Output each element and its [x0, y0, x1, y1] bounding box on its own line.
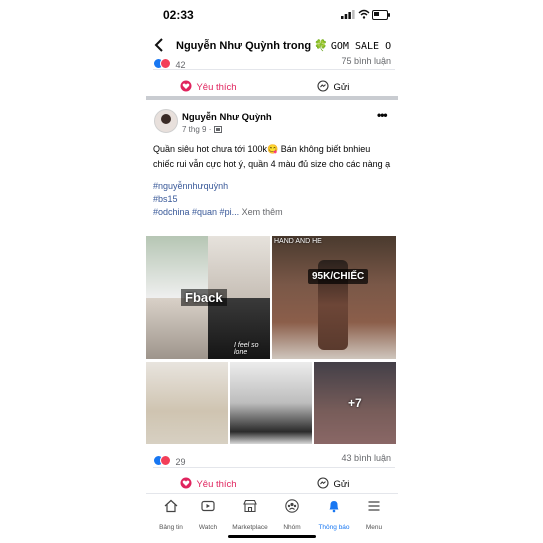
- photo-tile: [146, 298, 208, 359]
- post-date: 7 thg 9 ·: [182, 125, 222, 134]
- prev-like-button[interactable]: Yêu thích: [180, 77, 237, 93]
- marketplace-icon: [243, 499, 257, 513]
- nav-label: Thông báo: [318, 524, 350, 531]
- status-time: 02:33: [163, 8, 194, 22]
- groups-icon: [285, 499, 299, 513]
- post-separator: [146, 96, 398, 100]
- heart-icon: [180, 80, 192, 92]
- avatar[interactable]: [154, 109, 178, 133]
- photo-pants-cream[interactable]: [146, 362, 228, 444]
- like-label: Yêu thích: [196, 479, 237, 490]
- nav-label: Nhóm: [283, 524, 301, 531]
- hashtag-link[interactable]: #nguyễnnhưquỳnh: [153, 180, 393, 193]
- post-reactions[interactable]: 29 43 bình luận: [153, 452, 395, 467]
- page-title: Nguyễn Như Quỳnh trong 🍀 GOM SALE ORD...: [176, 39, 391, 52]
- prev-like-label: Yêu thích: [196, 82, 237, 93]
- wifi-icon: [358, 9, 370, 19]
- back-arrow-icon[interactable]: [152, 37, 166, 53]
- comment-label: Gửi: [333, 479, 350, 490]
- battery-icon: [372, 10, 390, 20]
- photo-pants-grey[interactable]: [230, 362, 312, 444]
- reaction-count: 29: [175, 457, 186, 467]
- menu-icon: [368, 501, 380, 511]
- bell-icon: [329, 501, 339, 513]
- prev-comment-button[interactable]: Gửi: [317, 77, 349, 93]
- post-text: Quần siêu hot chưa tới 100k😋 Bán không b…: [153, 142, 393, 219]
- bottom-nav: Bảng tin Watch Marketplace Nhóm Thông bá…: [146, 494, 398, 534]
- photo-pants-brown[interactable]: HAND AND HE 95K/CHIẾC: [272, 236, 396, 359]
- more-options-icon[interactable]: •••: [377, 108, 388, 122]
- photo-more[interactable]: +7: [314, 362, 396, 444]
- home-icon: [164, 499, 178, 513]
- nav-item-menu[interactable]: Menu: [349, 494, 399, 534]
- divider: [153, 69, 395, 70]
- nav-label: Marketplace: [232, 524, 268, 531]
- nav-label: Menu: [365, 524, 383, 531]
- fback-label: Fback: [181, 289, 227, 306]
- post-date-text: 7 thg 9 ·: [182, 125, 212, 134]
- nav-label: Watch: [198, 524, 218, 531]
- feel-label: I feel so lone: [234, 342, 259, 356]
- post-author[interactable]: Nguyễn Như Quỳnh: [182, 112, 272, 123]
- hashtag-link[interactable]: #odchina #quan #pi...: [153, 207, 239, 217]
- prev-post-reactions[interactable]: 42 75 bình luận: [153, 55, 395, 70]
- hand-and-label: HAND AND HE: [274, 238, 322, 245]
- see-more-link[interactable]: Xem thêm: [242, 207, 283, 217]
- hashtag-link[interactable]: #bs15: [153, 193, 393, 206]
- price-label: 95K/CHIẾC: [308, 269, 369, 284]
- privacy-icon: [213, 126, 222, 134]
- title-group-name: Nguyễn Như Quỳnh trong 🍀: [176, 40, 328, 52]
- title-group-suffix: GOM SALE ORD...: [330, 41, 391, 52]
- more-photos-count: +7: [348, 396, 362, 410]
- love-reaction-icon: [160, 455, 171, 467]
- love-reaction-icon: [160, 58, 171, 70]
- watch-icon: [201, 500, 215, 512]
- comment-button[interactable]: Gửi: [317, 474, 349, 490]
- home-indicator: [228, 535, 316, 538]
- messenger-icon: [317, 477, 329, 489]
- status-bar: 02:33: [0, 0, 543, 30]
- prev-comment-count[interactable]: 75 bình luận: [341, 56, 391, 66]
- nav-label: Bảng tin: [159, 524, 183, 531]
- post-body: Quần siêu hot chưa tới 100k😋 Bán không b…: [153, 144, 391, 169]
- prev-comment-label: Gửi: [333, 82, 350, 93]
- messenger-icon: [317, 80, 329, 92]
- divider: [153, 467, 395, 468]
- signal-icon: [341, 10, 355, 19]
- comment-count[interactable]: 43 bình luận: [341, 453, 391, 463]
- like-button[interactable]: Yêu thích: [180, 474, 237, 490]
- photo-feedback[interactable]: Fback I feel so lone: [146, 236, 270, 359]
- heart-icon: [180, 477, 192, 489]
